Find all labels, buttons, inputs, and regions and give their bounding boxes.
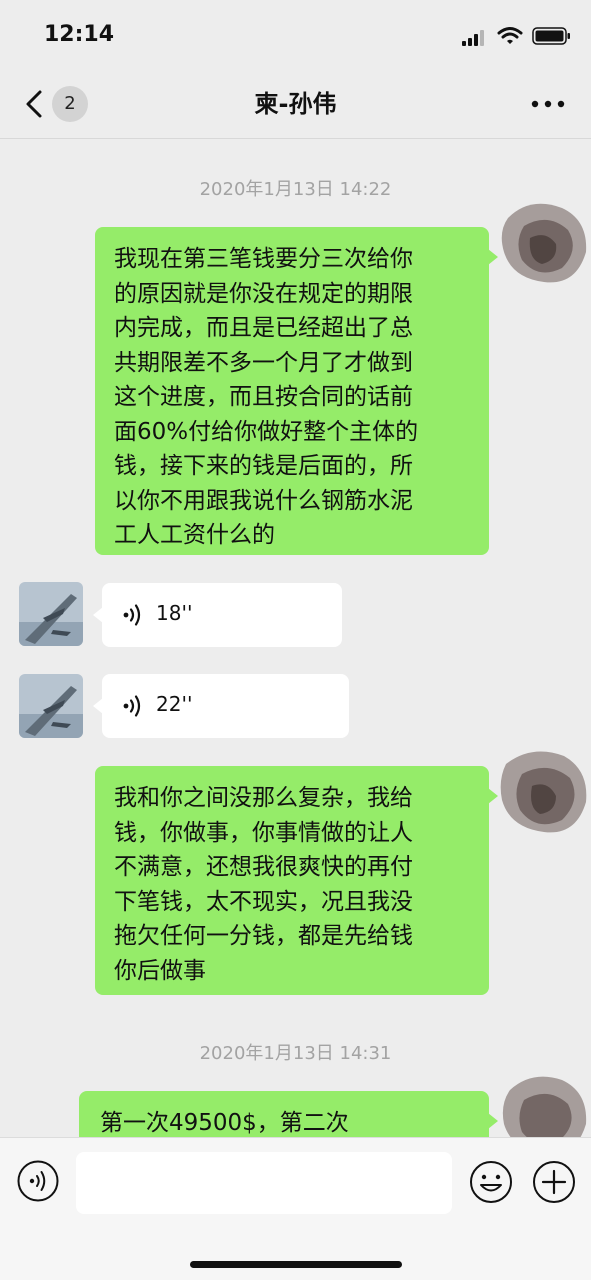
- message-line: 钱，接下来的钱是后面的，所: [114, 453, 413, 479]
- status-time: 12:14: [44, 22, 115, 47]
- message-line: 的原因就是你没在规定的期限: [114, 280, 413, 307]
- message-line: 拖欠任何一分钱，都是先给钱: [114, 923, 413, 949]
- voice-message[interactable]: 18'': [93, 583, 342, 647]
- message-line: 内完成，而且是已经超出了总: [114, 315, 413, 341]
- home-indicator: [190, 1261, 402, 1268]
- more-icon[interactable]: [530, 98, 566, 110]
- message-bubble-outgoing[interactable]: 我现在第三笔钱要分三次给你 的原因就是你没在规定的期限 内完成，而且是已经超出了…: [95, 227, 498, 555]
- plus-icon[interactable]: [532, 1160, 576, 1204]
- voice-input-icon[interactable]: [17, 1160, 59, 1202]
- message-line: 面60%付给你做好整个主体的: [114, 418, 419, 445]
- message-line: 以你不用跟我说什么钢筋水泥: [114, 487, 413, 514]
- emoji-icon[interactable]: [469, 1160, 513, 1204]
- voice-duration: 22'': [156, 692, 193, 716]
- chat-title: 柬-孙伟: [254, 90, 337, 118]
- signal-icon: [462, 30, 484, 46]
- voice-message[interactable]: 22'': [93, 674, 349, 738]
- message-line: 我和你之间没那么复杂，我给: [114, 785, 413, 811]
- chat-header: 柬-孙伟 2: [0, 70, 591, 139]
- message-line: 我现在第三笔钱要分三次给你: [114, 246, 413, 272]
- message-line: 不满意，还想我很爽快的再付: [114, 854, 413, 880]
- message-line: 第一次49500$，第二次: [100, 1110, 349, 1136]
- message-line: 共期限差不多一个月了才做到: [114, 349, 413, 376]
- message-line: 你后做事: [114, 957, 206, 984]
- chevron-left-icon[interactable]: [22, 88, 48, 120]
- input-bar: [0, 1137, 591, 1280]
- voice-duration: 18'': [156, 601, 193, 625]
- voice-wave-icon: [123, 604, 141, 626]
- wifi-icon: [497, 27, 523, 44]
- status-bar: 12:14: [0, 0, 591, 70]
- message-line: 这个进度，而且按合同的话前: [114, 384, 413, 410]
- avatar-self[interactable]: [490, 190, 591, 290]
- voice-wave-icon: [123, 695, 141, 717]
- unread-badge[interactable]: 2: [52, 86, 88, 122]
- avatar-contact[interactable]: [19, 674, 83, 738]
- battery-icon: [532, 27, 570, 45]
- message-input[interactable]: [76, 1152, 452, 1214]
- message-line: 下笔钱，太不现实，况且我没: [114, 888, 413, 915]
- message-bubble-outgoing[interactable]: 我和你之间没那么复杂，我给 钱，你做事，你事情做的让人 不满意，还想我很爽快的再…: [95, 766, 498, 995]
- avatar-self[interactable]: [490, 740, 591, 840]
- message-line: 工人工资什么的: [114, 522, 275, 548]
- message-line: 钱，你做事，你事情做的让人: [114, 819, 413, 846]
- avatar-contact[interactable]: [19, 582, 83, 646]
